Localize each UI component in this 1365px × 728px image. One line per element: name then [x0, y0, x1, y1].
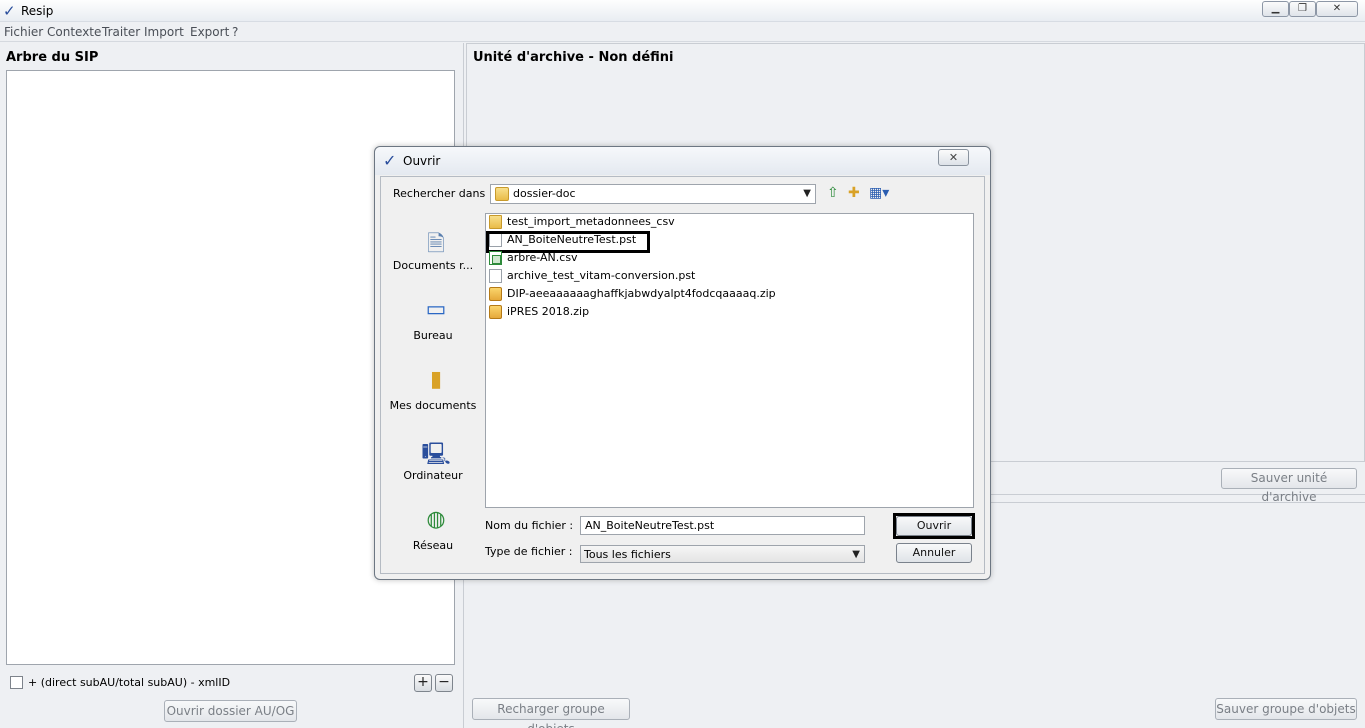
look-in-label: Rechercher dans : [393, 187, 493, 200]
up-folder-icon[interactable]: ⇧ [827, 185, 839, 201]
save-object-group-button[interactable]: Sauver groupe d'objets [1215, 698, 1357, 720]
chevron-down-icon: ▼ [852, 549, 860, 560]
filename-input[interactable]: AN_BoiteNeutreTest.pst [580, 516, 865, 535]
menu-help[interactable]: ? [232, 25, 238, 39]
place-label: Documents r... [392, 259, 474, 272]
dialog-close-button[interactable]: ✕ [938, 149, 969, 166]
new-folder-icon[interactable]: ✚ [848, 185, 860, 201]
close-icon: ✕ [948, 151, 959, 164]
window-titlebar: ✓ Resip ▁ ❐ ✕ [0, 0, 1365, 22]
filetype-label: Type de fichier : [485, 545, 573, 558]
add-node-button[interactable]: + [414, 674, 432, 692]
recent-documents-icon: 🗎 [427, 232, 445, 257]
subau-checkbox-label: + (direct subAU/total subAU) - xmlID [28, 676, 231, 689]
dialog-titlebar: ✓ Ouvrir ✕ [375, 147, 990, 175]
place-label: Mes documents [389, 399, 477, 412]
file-item[interactable]: arbre-AN.csv [488, 249, 968, 267]
desktop-icon: ▭ [425, 297, 447, 322]
window-title: Resip [21, 4, 54, 18]
cancel-button[interactable]: Annuler [896, 543, 972, 563]
dialog-check-icon: ✓ [383, 151, 397, 170]
archive-icon [489, 287, 502, 301]
place-label: Bureau [413, 329, 453, 342]
dialog-title: Ouvrir [403, 154, 441, 168]
reload-object-group-button[interactable]: Recharger groupe d'objets [472, 698, 630, 728]
filetype-value: Tous les fichiers [584, 548, 671, 561]
place-network[interactable]: ◍ Réseau [387, 507, 479, 567]
file-item[interactable]: DIP-aeeaaaaaaghaffkjabwdyalpt4fodcqaaaaq… [488, 285, 968, 303]
file-name: iPRES 2018.zip [507, 305, 590, 318]
close-window-button[interactable]: ✕ [1316, 1, 1358, 17]
look-in-combobox[interactable]: dossier-doc ▼ [490, 184, 816, 204]
file-name: arbre-AN.csv [507, 251, 578, 264]
file-name: test_import_metadonnees_csv [507, 215, 675, 228]
open-file-dialog: ✓ Ouvrir ✕ Rechercher dans : dossier-doc… [374, 146, 991, 580]
place-desktop[interactable]: ▭ Bureau [387, 297, 479, 357]
file-item[interactable]: archive_test_vitam-conversion.pst [488, 267, 968, 285]
menu-bar: Fichier Contexte Traiter Import Export ? [0, 23, 1365, 42]
place-my-documents[interactable]: ▮ Mes documents [387, 367, 479, 427]
place-recent-documents[interactable]: 🗎 Documents r... [387, 227, 479, 287]
minus-icon: − [438, 674, 450, 690]
menu-traiter[interactable]: Traiter [102, 25, 140, 39]
save-archive-unit-button[interactable]: Sauver unité d'archive [1221, 468, 1357, 504]
places-bar: 🗎 Documents r... ▭ Bureau ▮ Mes document… [387, 207, 479, 567]
look-in-value: dossier-doc [513, 187, 576, 200]
app-check-icon: ✓ [3, 2, 16, 20]
file-item[interactable]: test_import_metadonnees_csv [488, 214, 968, 231]
menu-export[interactable]: Export [190, 25, 229, 39]
minimize-button[interactable]: ▁ [1262, 1, 1289, 17]
remove-node-button[interactable]: − [435, 674, 453, 692]
place-label: Réseau [412, 539, 454, 552]
place-label: Ordinateur [403, 469, 463, 482]
menu-contexte[interactable]: Contexte [47, 25, 101, 39]
sip-tree-title: Arbre du SIP [6, 50, 99, 65]
menu-import[interactable]: Import [144, 25, 184, 39]
open-button[interactable]: Ouvrir [896, 516, 972, 536]
file-item[interactable]: iPRES 2018.zip [488, 303, 968, 321]
open-au-folder-button[interactable]: Ouvrir dossier AU/OG [164, 700, 297, 722]
folder-icon [495, 187, 509, 201]
view-menu-icon[interactable]: ▦▾ [869, 185, 889, 201]
file-name: DIP-aeeaaaaaaghaffkjabwdyalpt4fodcqaaaaq… [507, 287, 776, 300]
dialog-body: Rechercher dans : dossier-doc ▼ ⇧ ✚ ▦▾ 🗎… [380, 176, 985, 574]
spreadsheet-icon [489, 251, 502, 265]
document-icon [489, 269, 502, 283]
filetype-combobox[interactable]: Tous les fichiers ▼ [580, 545, 865, 563]
subau-checkbox[interactable] [10, 676, 23, 689]
place-computer[interactable]: 🖳 Ordinateur [387, 437, 479, 497]
archive-icon [489, 305, 502, 319]
computer-icon: 🖳 [421, 442, 451, 467]
plus-icon: + [417, 674, 429, 690]
filename-label: Nom du fichier : [485, 519, 574, 532]
folder-icon [489, 215, 502, 229]
file-name: archive_test_vitam-conversion.pst [507, 269, 696, 282]
maximize-button[interactable]: ❐ [1289, 1, 1316, 17]
network-icon: ◍ [426, 507, 446, 532]
file-list[interactable]: test_import_metadonnees_csv AN_BoiteNeut… [485, 213, 974, 508]
my-documents-icon: ▮ [429, 367, 443, 392]
chevron-down-icon: ▼ [803, 188, 811, 199]
archive-unit-title: Unité d'archive - Non défini [473, 50, 674, 65]
menu-fichier[interactable]: Fichier [4, 25, 43, 39]
